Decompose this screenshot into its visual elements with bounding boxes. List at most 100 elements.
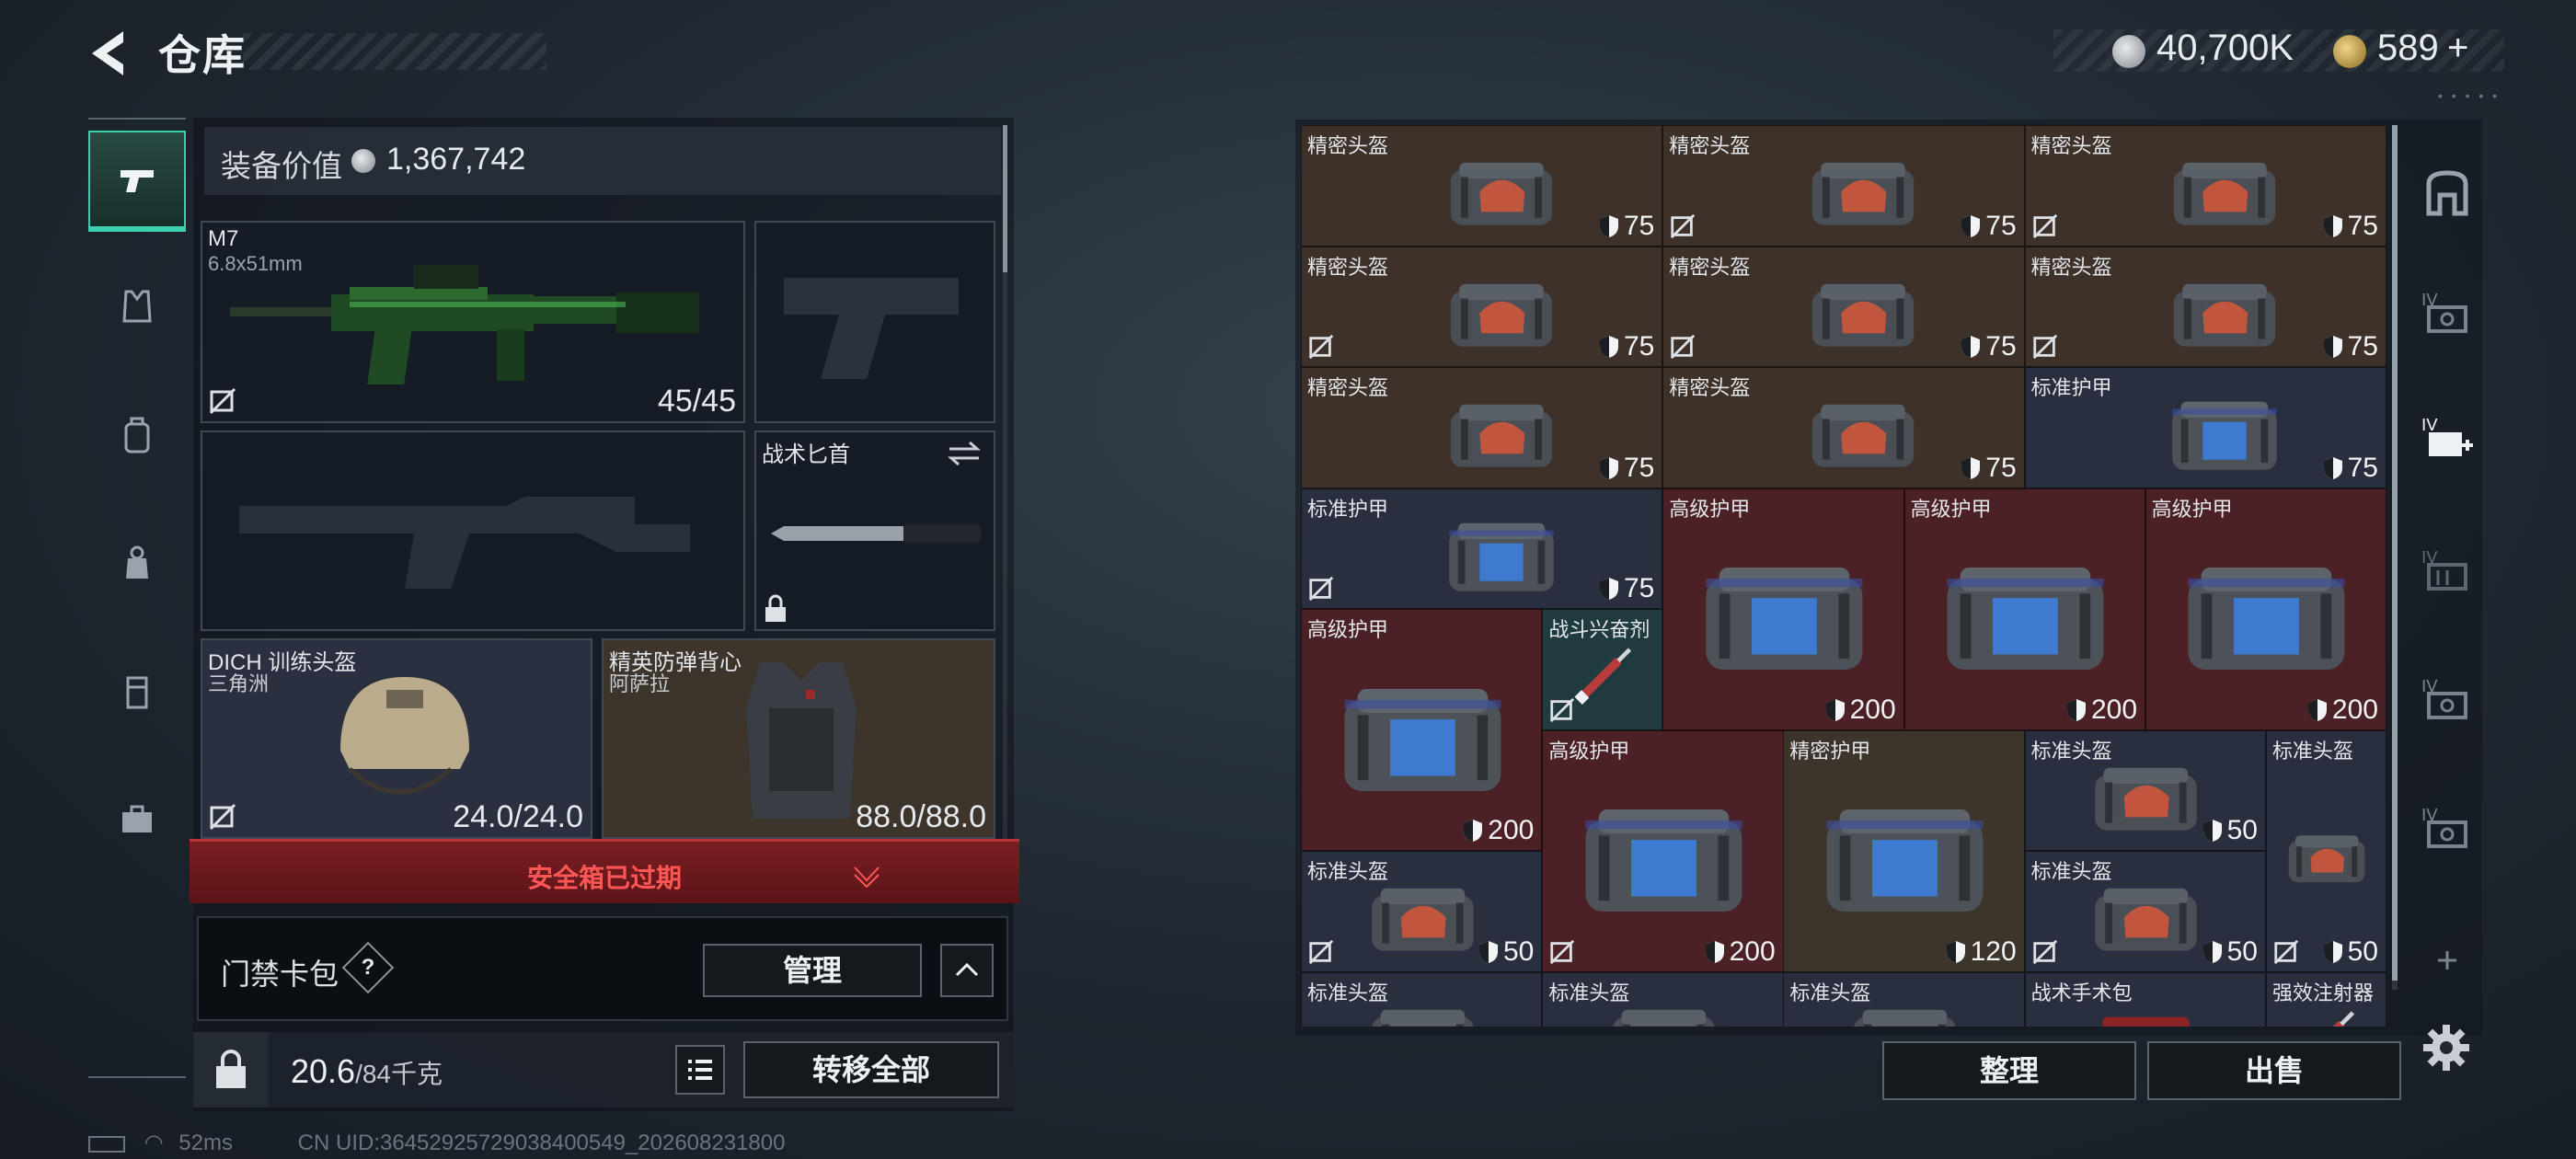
category-weapons[interactable] [88,131,186,232]
category-toolbox[interactable] [88,769,186,870]
stash-scroll-thumb[interactable] [2392,125,2398,981]
plus-icon [2438,951,2456,970]
stash-item[interactable]: 标准护甲 75 [1301,488,1663,609]
sell-button[interactable]: 出售 [2147,1041,2401,1100]
shield-icon [1599,578,1618,600]
silver-balance: 40,700K [2156,28,2294,68]
side-nav-add-case[interactable]: IV [2409,392,2486,484]
no-insure-icon [209,803,236,831]
swap-icon[interactable] [946,440,983,467]
stash-item-value: 50 [2226,935,2258,967]
stash-item-value: 200 [1729,935,1776,967]
help-icon[interactable]: ? [341,941,395,994]
list-view-button[interactable] [675,1045,725,1095]
stash-item[interactable]: 标准头盔 50 [2024,729,2266,851]
stash-item[interactable]: 高级护甲 200 [1542,729,1784,972]
stash-item-durability: 50 [2202,936,2258,968]
side-nav-all[interactable] [2409,147,2486,239]
stash-item-durability: 50 [2322,936,2378,968]
stash-item-value: 120 [1970,935,2017,967]
stash-item-durability: 75 [1598,453,1654,484]
helmet-bag-icon [1450,405,1552,468]
settings-gear-icon[interactable] [2420,1021,2473,1074]
shield-icon [1464,820,1483,842]
title-decoration [243,33,546,70]
stash-item-durability: 200 [2306,694,2378,726]
stash-item[interactable]: 标准头盔 [1542,971,1784,1027]
armor-bag-icon [1344,688,1501,791]
stash-item-name: 标准护甲 [2030,376,2112,399]
shield-icon [2307,698,2327,721]
stash-item-name: 精密头盔 [1669,376,1751,399]
stash-item-name: 标准头盔 [1789,981,1871,1004]
knife-slot[interactable]: 战术匕首 [754,430,995,631]
safe-box-expired-banner[interactable]: 安全箱已过期 [190,839,1019,903]
category-vest[interactable] [88,256,186,357]
manage-button[interactable]: 管理 [703,944,922,997]
stash-item[interactable]: 标准头盔 50 [2024,851,2266,972]
add-currency-button[interactable]: + [2447,28,2468,69]
shield-icon [2323,456,2342,479]
no-insure-icon [2032,213,2057,238]
side-nav-case-iv-c[interactable]: IV [2409,653,2486,745]
stash-item-name: 标准头盔 [1307,981,1389,1004]
toolbox-icon [122,805,152,832]
stash-item[interactable]: 精密头盔 75 [2024,125,2386,247]
category-pouch[interactable] [88,513,186,614]
stash-item[interactable]: 战术手术包 [2024,971,2266,1027]
stash-item[interactable]: 精密头盔 75 [1301,125,1663,247]
helmet-durability: 24.0/24.0 [453,799,583,834]
stash-item[interactable]: 高级护甲 200 [1301,609,1543,851]
stash-item[interactable]: 精密头盔 75 [1662,367,2025,488]
equipment-scroll-thumb[interactable] [1003,125,1007,272]
stash-item[interactable]: 标准头盔 50 [2266,729,2386,972]
stash-item-value: 50 [2347,935,2378,967]
stash-item-durability: 75 [1960,211,2017,242]
stash-item[interactable]: 标准护甲 75 [2024,367,2386,488]
stash-item[interactable]: 高级护甲 200 [1662,488,1904,730]
stash-item[interactable]: 标准头盔 50 [1301,851,1543,972]
stash-item[interactable]: 标准头盔 [1783,971,2025,1027]
helmet-slot[interactable]: DICH 训练头盔 三角洲 24.0/24.0 [201,638,592,839]
stash-item[interactable]: 高级护甲 200 [1903,488,2146,730]
stash-item[interactable]: 强效注射器 [2266,971,2386,1027]
stash-item-durability: 75 [2322,211,2378,242]
help-mark: ? [361,955,375,980]
stash-item[interactable]: 精密头盔 75 [1662,125,2025,247]
stash-item-value: 200 [1849,694,1896,725]
primary-weapon-slot[interactable]: M7 6.8x51mm 45/45 [201,221,745,423]
helmet-bag-icon [2174,283,2276,347]
weight-lock-icon [216,1050,246,1088]
shield-icon [2066,698,2086,721]
stash-item-value: 75 [2347,210,2378,241]
transfer-all-button[interactable]: 转移全部 [743,1041,999,1098]
side-nav-case-iv-d[interactable]: IV [2409,782,2486,874]
stash-item[interactable]: 精密头盔 75 [2024,246,2386,367]
pistol-slot[interactable] [754,221,995,423]
stash-item-value: 75 [1623,452,1655,483]
back-arrow-icon[interactable] [85,26,140,81]
stash-item[interactable]: 精密护甲 120 [1783,729,2025,972]
side-nav-add[interactable] [2409,914,2486,1006]
expand-button[interactable] [940,944,994,997]
menu-dots-icon: • • • • • [2438,88,2501,103]
armor-slot[interactable]: 精英防弹背心 阿萨拉 88.0/88.0 [602,638,995,839]
stash-item[interactable]: 战斗兴奋剂 [1542,609,1663,730]
stash-item-name: 精密头盔 [1307,376,1389,399]
side-nav-case-iv-a[interactable]: IV [2409,267,2486,359]
sort-button[interactable]: 整理 [1882,1041,2136,1100]
stash-item[interactable]: 标准头盔 [1301,971,1543,1027]
stash-item[interactable]: 精密头盔 75 [1301,246,1663,367]
stash-item[interactable]: 精密头盔 75 [1662,246,2025,367]
armor-bag-icon [1585,809,1742,912]
secondary-weapon-slot[interactable] [201,430,745,631]
armor-bag-icon [1706,568,1863,671]
category-backpack[interactable] [88,384,186,486]
category-case[interactable] [88,640,186,741]
stash-item-durability: 75 [1598,573,1654,604]
helmet-bag-icon [1811,405,1915,468]
side-nav-case-iv-b[interactable]: IV [2409,524,2486,616]
stash-item[interactable]: 高级护甲 200 [2145,488,2386,730]
case-iv-icon: IV [2421,806,2467,848]
stash-item[interactable]: 精密头盔 75 [1301,367,1663,488]
